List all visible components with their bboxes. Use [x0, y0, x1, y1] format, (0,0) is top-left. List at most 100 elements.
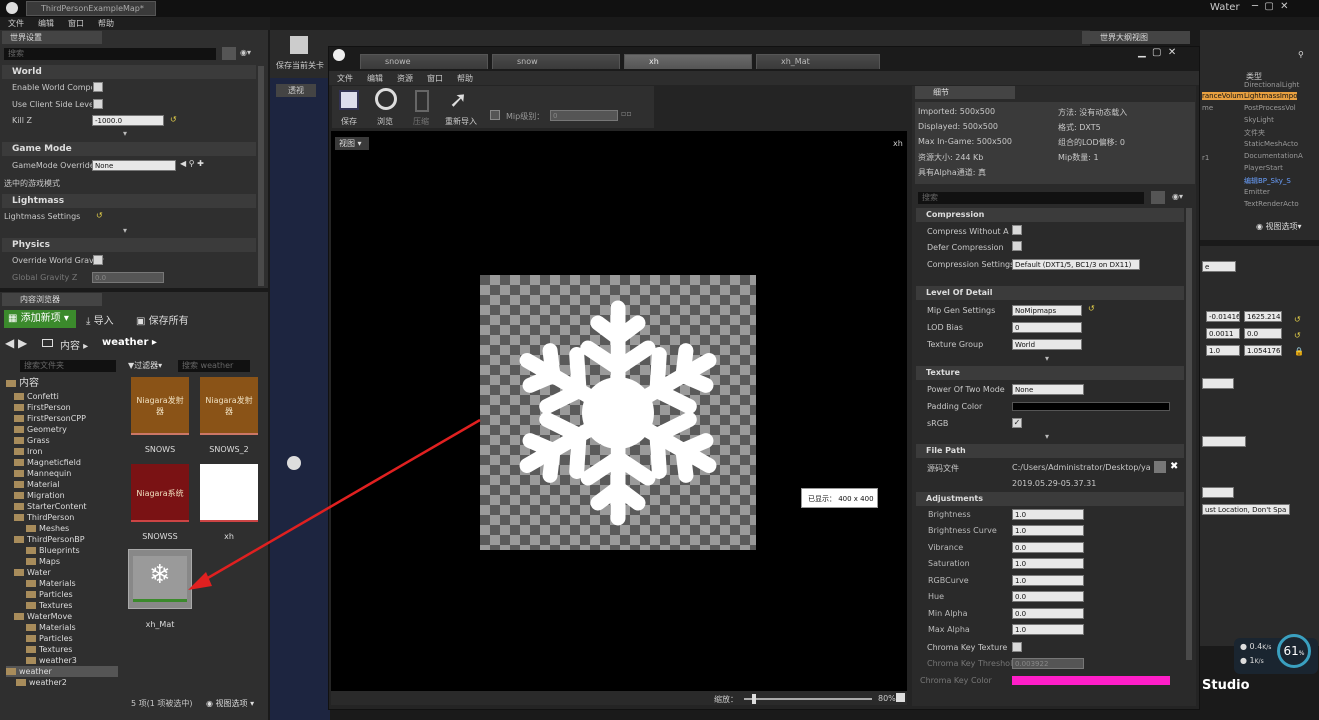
rotation-y-input[interactable]: 0.0 — [1244, 328, 1282, 339]
gamemode-actions-icons[interactable]: ◀ ⚲ ✚ — [180, 159, 204, 168]
clear-path-icon[interactable]: ✖ — [1170, 461, 1178, 472]
tree-item[interactable]: weather2 — [16, 677, 134, 688]
file-path-header[interactable]: File Path — [916, 444, 1184, 458]
physics-header[interactable]: Physics — [2, 238, 256, 252]
tree-item-selected[interactable]: weather — [6, 666, 118, 677]
eye-icon[interactable]: ◉▾ — [240, 48, 251, 57]
editor-window-controls[interactable]: ▁ ▢ ✕ — [1138, 47, 1176, 58]
tab-xh[interactable]: xh — [624, 54, 752, 69]
browse-icon[interactable] — [375, 88, 397, 110]
editor-menu-window[interactable]: 窗口 — [427, 73, 443, 84]
srgb-checkbox[interactable]: ✓ — [1012, 418, 1022, 428]
mip-level-checkbox[interactable] — [490, 110, 500, 120]
tree-item[interactable]: Textures — [26, 600, 144, 611]
kill-z-input[interactable]: -1000.0 — [92, 115, 164, 126]
outliner-row[interactable]: TextRenderActo — [1244, 200, 1299, 208]
breadcrumb-weather[interactable]: weather ▸ — [102, 337, 157, 348]
menu-file[interactable]: 文件 — [8, 18, 24, 29]
right-select-3[interactable] — [1202, 487, 1234, 498]
gamemode-override-select[interactable]: None — [92, 160, 176, 171]
adj-value[interactable]: 1.0 — [1012, 558, 1084, 569]
tab-xh-mat[interactable]: xh_Mat — [756, 54, 880, 69]
tree-item[interactable]: StarterContent — [14, 501, 132, 512]
outliner-row[interactable]: DocumentationA — [1244, 152, 1303, 160]
texture-header[interactable]: Texture — [916, 366, 1184, 380]
grid-view-icon[interactable] — [222, 47, 236, 60]
details-scrollbar[interactable] — [1186, 208, 1192, 660]
padding-color-label[interactable]: Padding Color — [927, 402, 982, 411]
adjustments-header[interactable]: Adjustments — [916, 492, 1184, 506]
zoom-slider-handle[interactable] — [752, 694, 756, 704]
tree-item[interactable]: Magneticfield — [14, 457, 132, 468]
enable-world-composition-checkbox[interactable] — [93, 82, 103, 92]
editor-menu-help[interactable]: 帮助 — [457, 73, 473, 84]
editor-menu-edit[interactable]: 编辑 — [367, 73, 383, 84]
map-tab[interactable]: ThirdPersonExampleMap* — [26, 1, 156, 16]
adj-value[interactable]: 0.0 — [1012, 591, 1084, 602]
menu-window[interactable]: 窗口 — [68, 18, 84, 29]
expand-chevron-icon[interactable]: ▾ — [123, 129, 127, 138]
outliner-row[interactable]: StaticMeshActo — [1244, 140, 1298, 148]
menu-edit[interactable]: 编辑 — [38, 18, 54, 29]
window-controls[interactable]: ─ ▢ ✕ — [1252, 1, 1289, 12]
tree-item[interactable]: Textures — [26, 644, 144, 655]
use-client-side-checkbox[interactable] — [93, 99, 103, 109]
right-select-1[interactable] — [1202, 378, 1234, 389]
tree-item[interactable]: Blueprints — [26, 545, 144, 556]
texture-expand-icon[interactable]: ▾ — [1045, 432, 1049, 441]
scale-x-input[interactable]: 1.0 — [1206, 345, 1240, 356]
lightmass-header[interactable]: Lightmass — [2, 194, 256, 208]
tree-item[interactable]: ThirdPerson — [14, 512, 132, 523]
lightmass-expand-icon[interactable]: ▾ — [123, 226, 127, 235]
override-gravity-checkbox[interactable] — [93, 255, 103, 265]
adj-value[interactable]: 1.0 — [1012, 509, 1084, 520]
spawn-location-select[interactable]: ust Location, Don't Spa — [1202, 504, 1290, 515]
editor-menu-file[interactable]: 文件 — [337, 73, 353, 84]
outliner-row[interactable]: DirectionalLight — [1244, 81, 1299, 89]
editor-menu-asset[interactable]: 资源 — [397, 73, 413, 84]
tab-snowe[interactable]: snowe — [360, 54, 488, 69]
outliner-row[interactable]: PostProcessVol — [1244, 104, 1296, 112]
defer-compression-checkbox[interactable] — [1012, 241, 1022, 251]
outliner-tab[interactable]: 世界大纲视图 — [1082, 31, 1190, 44]
world-settings-scrollbar[interactable] — [258, 66, 264, 286]
browse-file-button[interactable] — [1154, 461, 1166, 473]
reimport-icon[interactable]: ➚ — [449, 88, 467, 113]
tree-item[interactable]: Geometry — [14, 424, 132, 435]
tree-item[interactable]: Material — [14, 479, 132, 490]
right-tag-input[interactable]: e — [1202, 261, 1236, 272]
adj-value[interactable]: 0.0 — [1012, 608, 1084, 619]
outliner-view-options[interactable]: ◉ 视图选项▾ — [1256, 221, 1302, 232]
details-eye-icon[interactable]: ◉▾ — [1172, 192, 1183, 201]
outliner-search-icon[interactable]: ⚲ — [1298, 50, 1304, 59]
view-menu-button[interactable]: 视图 ▾ — [335, 137, 369, 150]
outliner-row[interactable]: 文件夹 — [1244, 128, 1265, 138]
folder-search-input[interactable]: 搜索文件夹 — [20, 360, 116, 372]
adj-value[interactable]: 0.0 — [1012, 542, 1084, 553]
world-settings-tab[interactable]: 世界设置 — [2, 31, 102, 44]
mip-gen-select[interactable]: NoMipmaps — [1012, 305, 1082, 316]
details-grid-icon[interactable] — [1151, 191, 1165, 204]
details-search-input[interactable]: 搜索 — [918, 192, 1144, 204]
texture-group-select[interactable]: World — [1012, 339, 1082, 350]
lightmass-settings-label[interactable]: Lightmass Settings — [4, 212, 80, 221]
tree-item[interactable]: weather3 — [26, 655, 144, 666]
tree-item[interactable]: Particles — [26, 589, 144, 600]
outliner-left-item[interactable]: me — [1202, 104, 1213, 112]
zoom-dropdown-icon[interactable] — [896, 693, 905, 702]
tree-item[interactable]: Migration — [14, 490, 132, 501]
import-button[interactable]: ⤓ 导入 — [86, 312, 114, 327]
zoom-slider[interactable] — [744, 694, 872, 704]
tree-item[interactable]: WaterMove — [14, 611, 132, 622]
compression-header[interactable]: Compression — [916, 208, 1184, 222]
transform-reset-icons[interactable]: ↺ ↺ 🔒 — [1294, 312, 1304, 360]
outliner-left-item[interactable]: ranceVolum — [1202, 92, 1244, 100]
tree-item[interactable]: Grass — [14, 435, 132, 446]
power-of-two-select[interactable]: None — [1012, 384, 1084, 395]
tree-item[interactable]: Water — [14, 567, 132, 578]
outliner-left-item[interactable]: r1 — [1202, 154, 1209, 162]
save-level-button[interactable] — [290, 36, 308, 54]
outliner-row[interactable]: 编辑BP_Sky_S — [1244, 176, 1291, 186]
tree-item[interactable]: FirstPerson — [14, 402, 132, 413]
details-tab[interactable]: 细节 — [915, 86, 1015, 99]
